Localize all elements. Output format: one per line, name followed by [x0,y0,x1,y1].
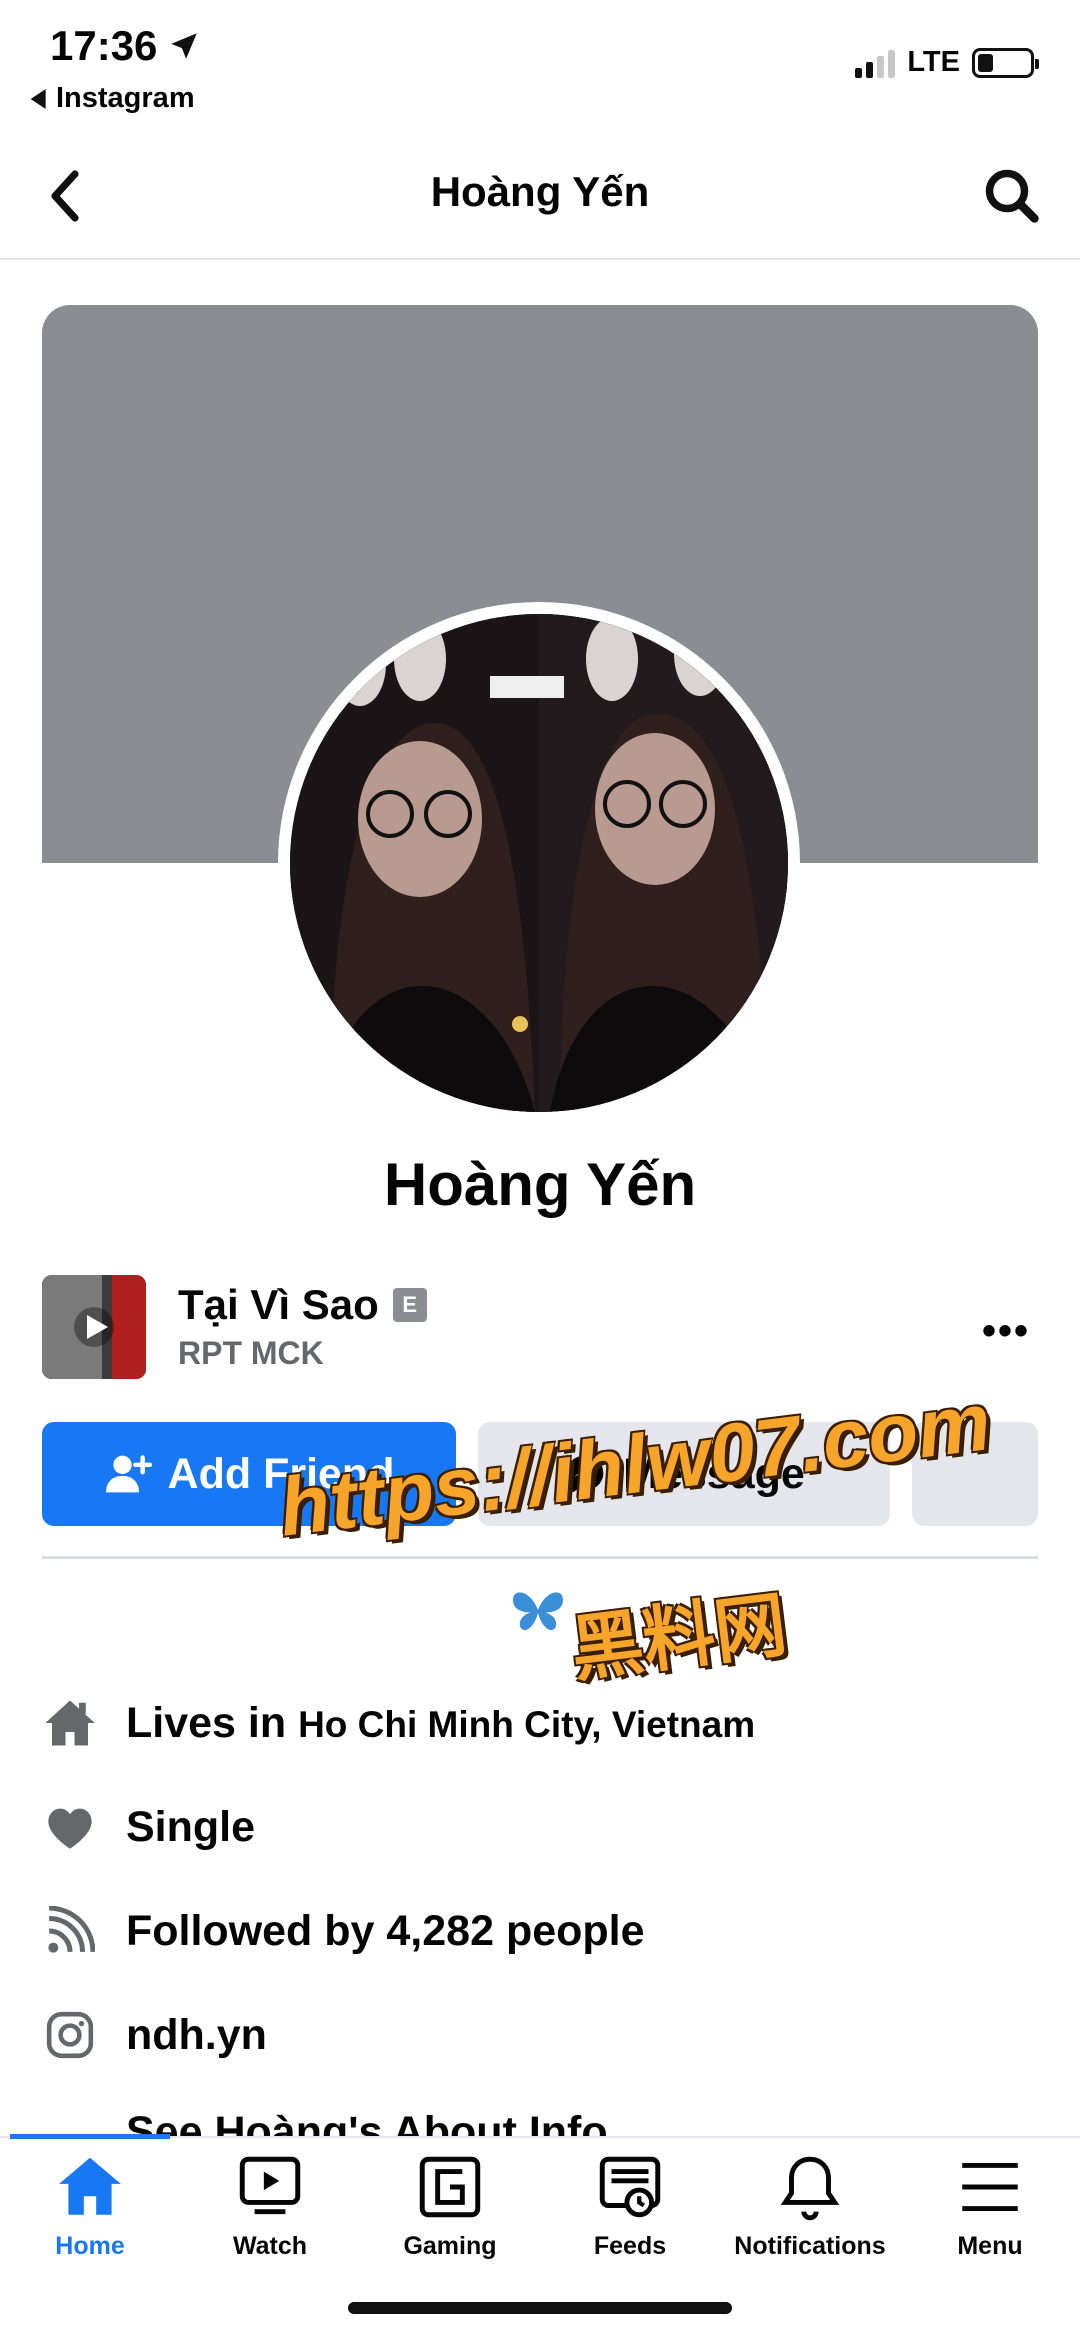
lives-in-city: Ho Chi Minh City, Vietnam [298,1703,756,1745]
signal-icon [855,48,896,78]
battery-icon [972,47,1039,78]
back-triangle-icon [30,88,46,109]
explicit-badge: E [392,1288,427,1322]
more-actions-button[interactable] [912,1422,1038,1526]
section-divider [42,1556,1038,1559]
see-about-info-text: See Hoàng's About Info [126,2108,608,2136]
more-options-icon[interactable]: ••• [982,1309,1030,1354]
status-indicators: LTE [855,46,1039,79]
info-lives-in: Lives in Ho Chi Minh City, Vietnam [42,1688,1038,1758]
home-location-icon [45,1700,95,1746]
status-bar: 17:36 Instagram LTE [0,0,1080,130]
heart-icon [48,1808,92,1849]
song-artist: RPT MCK [178,1335,324,1371]
instagram-icon [46,2011,94,2059]
message-label: Message [623,1449,805,1498]
butterfly-icon [513,1592,563,1631]
active-tab-indicator [10,2134,170,2139]
info-instagram[interactable]: ndh.yn [42,2000,1038,2070]
gaming-icon [419,2156,481,2218]
watermark-text: 黑料网 [566,1585,791,1691]
menu-icon [962,2162,1018,2212]
header-title: Hoàng Yến [430,168,650,215]
messenger-icon [566,1455,604,1493]
info-relationship: Single [42,1792,1038,1862]
profile-picture[interactable] [278,602,800,1124]
song-cover[interactable] [42,1275,146,1379]
feeds-icon [599,2156,661,2218]
tab-watch[interactable]: Watch [180,2150,360,2290]
tab-menu[interactable]: Menu [900,2150,1080,2290]
message-button[interactable]: Message [478,1422,890,1526]
home-icon [59,2157,121,2215]
network-type: LTE [907,46,960,78]
lives-in-text: Lives in Ho Chi Minh City, Vietnam [126,1698,756,1747]
back-app-label: Instagram [56,82,195,114]
see-about-info-link[interactable]: See Hoàng's About Info [42,2102,1038,2136]
watch-icon [239,2156,301,2215]
info-followers[interactable]: Followed by 4,282 people [42,1896,1038,1966]
tab-feeds[interactable]: Feeds [540,2150,720,2290]
song-title: Tại Vì Sao E [178,1281,427,1329]
add-friend-button[interactable]: Add Friend [42,1422,456,1526]
location-arrow-icon [171,33,198,59]
status-time: 17:36 [50,22,201,70]
profile-music[interactable]: Tại Vì Sao E RPT MCK ••• [42,1275,1038,1385]
followers-text: Followed by 4,282 people [126,1906,645,1955]
bell-icon [780,2156,840,2221]
profile-name: Hoàng Yến [383,1151,697,1218]
tab-home[interactable]: Home [0,2150,180,2290]
tab-gaming[interactable]: Gaming [360,2150,540,2290]
search-icon[interactable] [982,166,1042,226]
home-indicator[interactable] [348,2302,732,2314]
profile-header: Hoàng Yến [0,130,1080,260]
profile-photo-image [290,614,788,1112]
add-friend-icon [105,1455,152,1493]
back-to-app-link[interactable]: Instagram [30,82,195,115]
instagram-handle: ndh.yn [126,2010,267,2059]
add-friend-label: Add Friend [167,1449,395,1498]
status-time-text: 17:36 [50,22,158,69]
rss-icon [48,1906,95,1953]
relationship-text: Single [126,1802,256,1851]
tab-notifications[interactable]: Notifications [720,2150,900,2290]
